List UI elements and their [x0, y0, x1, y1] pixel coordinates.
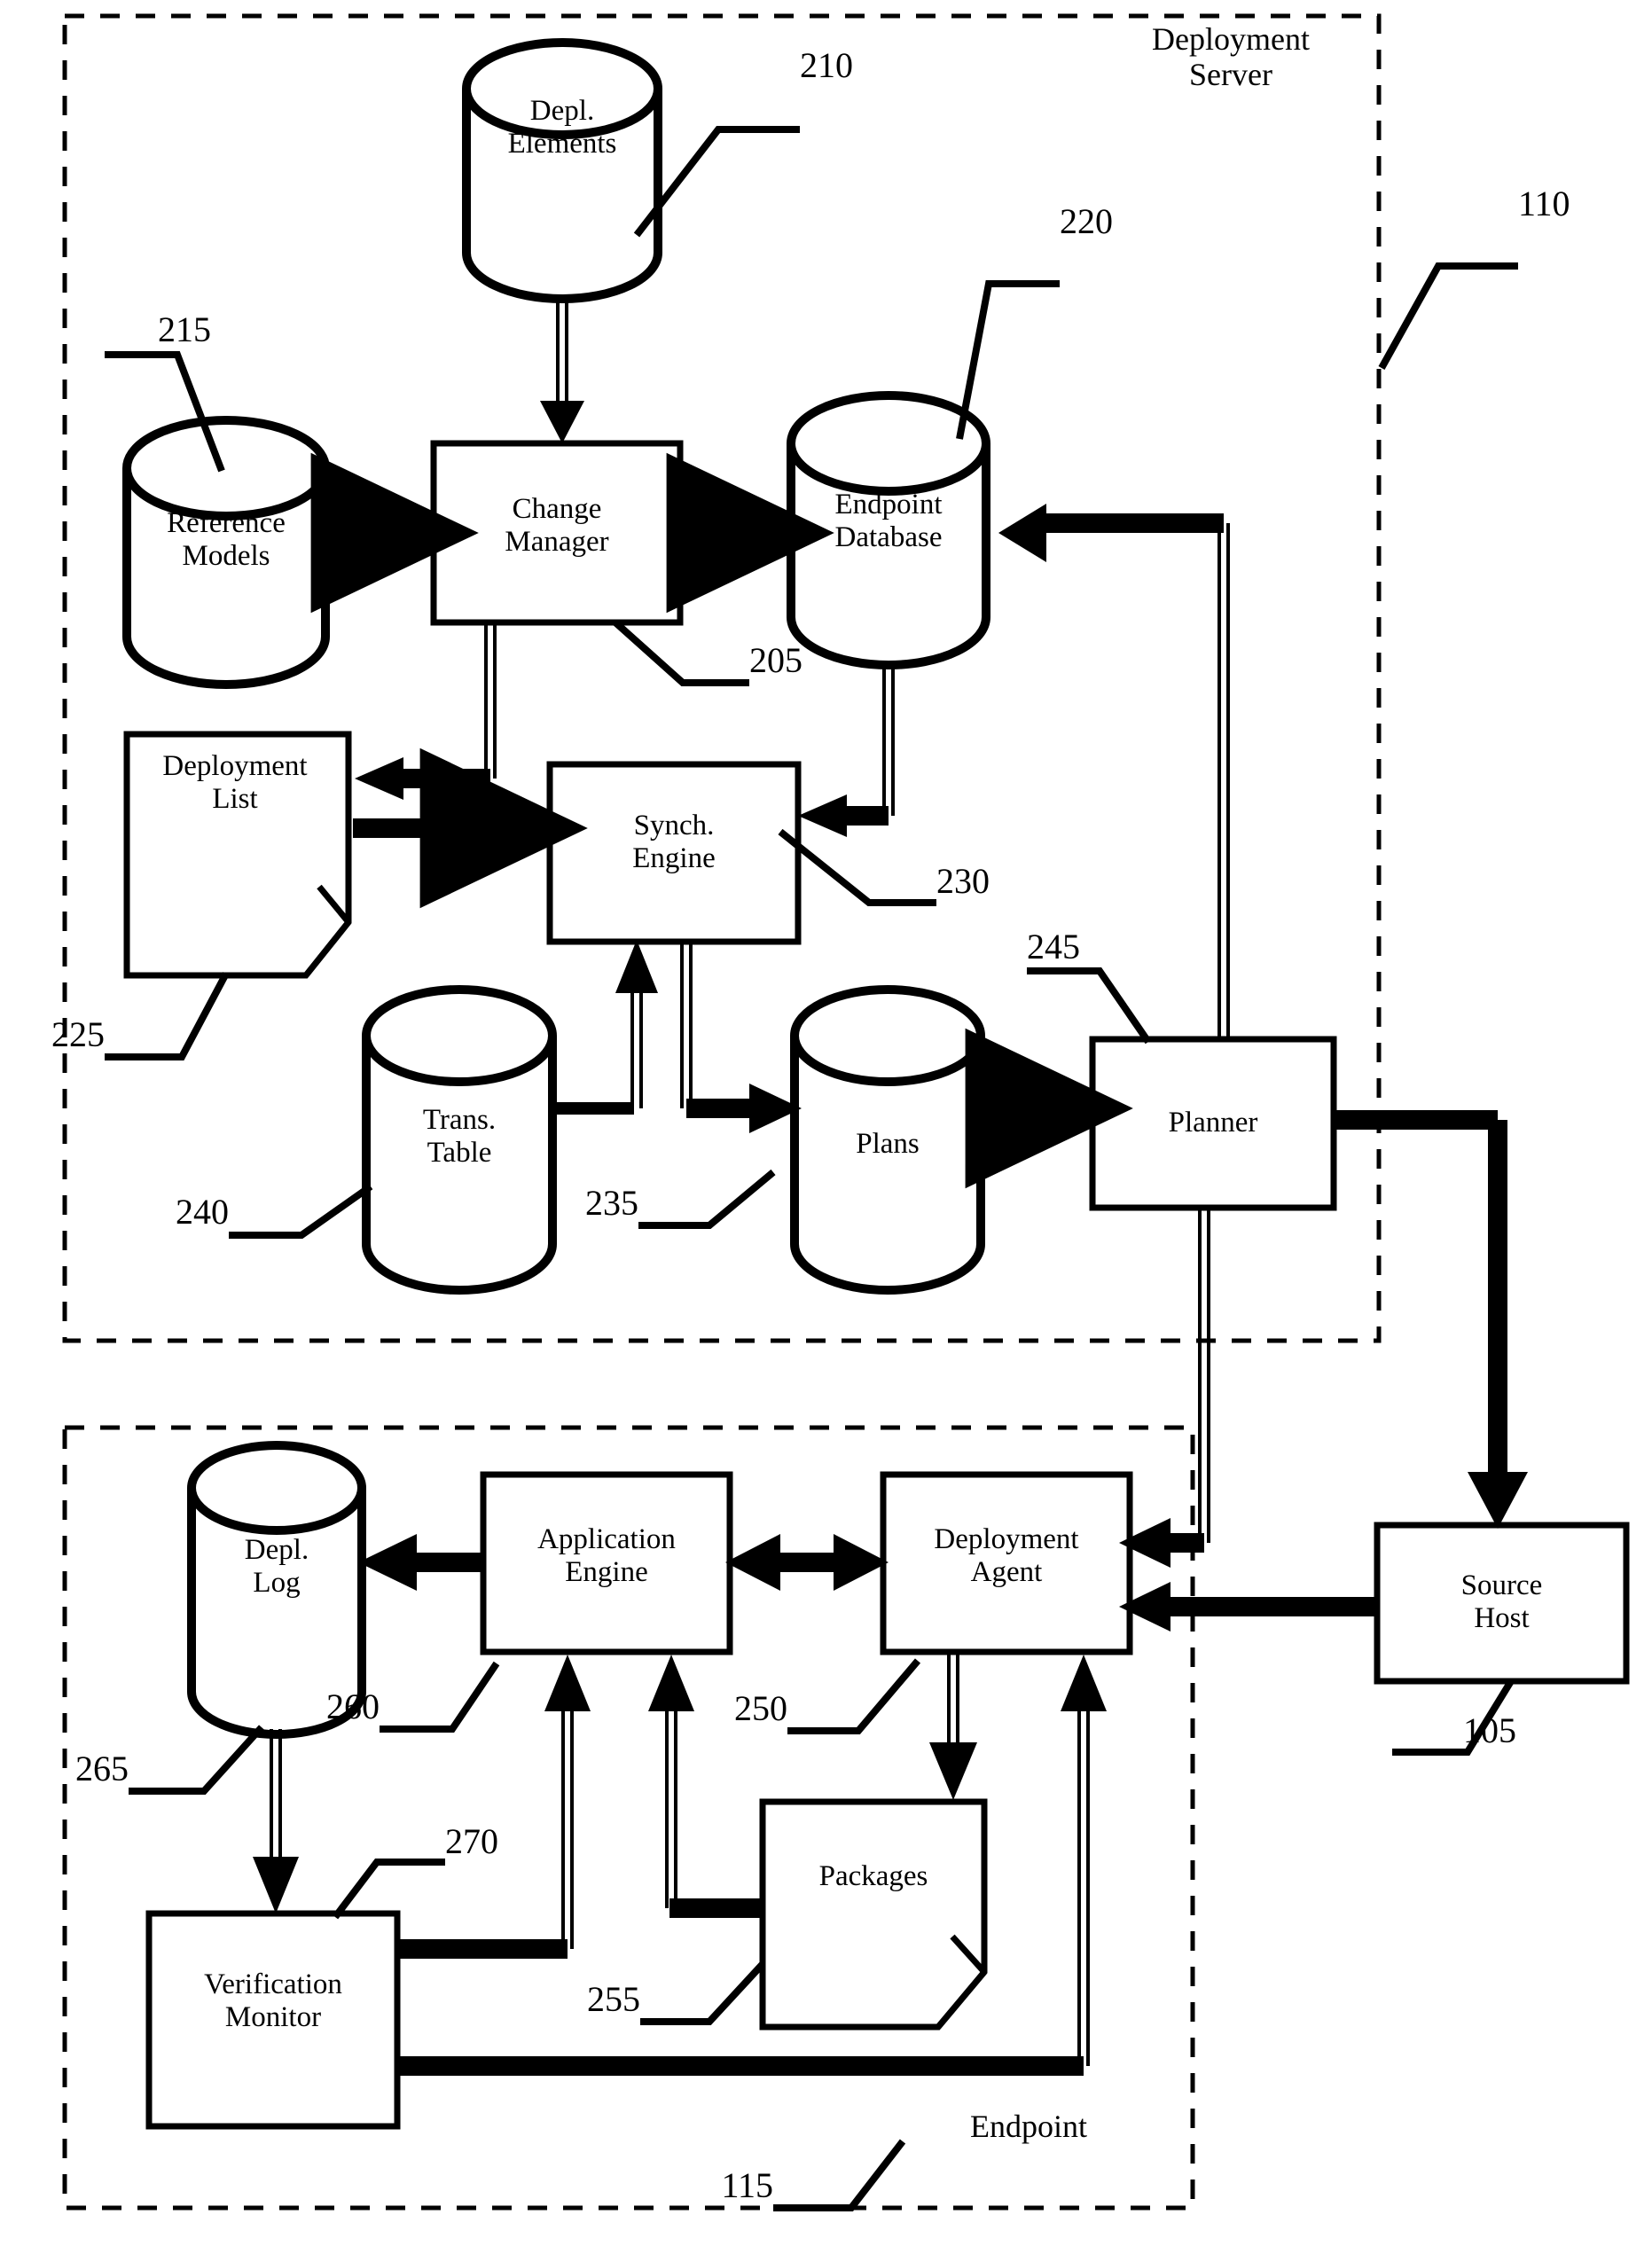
node-shape-packages: [759, 1798, 988, 2031]
node-label-synch-engine: Synch. Engine: [632, 810, 716, 874]
leader-270: [332, 1859, 445, 1920]
diagram-vector-layer: [62, 13, 1630, 2211]
ref-number-240: 240: [176, 1192, 229, 1232]
leader-110: [1378, 262, 1518, 370]
node-label-reference-models: Reference Models: [167, 507, 286, 572]
leader-265: [129, 1725, 264, 1795]
node-label-deployment-list: Deployment List: [162, 750, 308, 815]
ref-number-245: 245: [1027, 927, 1080, 966]
node-label-plans: Plans: [856, 1128, 920, 1160]
zone-label-endpoint: Endpoint: [970, 2109, 1087, 2144]
node-label-depl-elements: Depl. Elements: [507, 95, 617, 160]
connector-change-manager-to-deployment-list: [355, 622, 497, 800]
node-label-deployment-agent: Deployment Agent: [934, 1523, 1079, 1588]
leader-255: [640, 1961, 765, 2025]
node-shape-depl-elements: [462, 38, 662, 303]
connector-deployment-agent-to-packages: [929, 1652, 977, 1800]
leader-245: [1027, 967, 1152, 1045]
node-label-trans-table: Trans. Table: [422, 1104, 497, 1169]
ref-number-220: 220: [1060, 201, 1113, 241]
ref-number-260: 260: [326, 1686, 380, 1726]
connector-planner-to-source-host: [1334, 1110, 1528, 1529]
node-label-endpoint-database: Endpoint Database: [834, 489, 943, 553]
node-label-change-manager: Change Manager: [505, 493, 609, 558]
ref-number-225: 225: [51, 1014, 105, 1054]
node-label-packages: Packages: [818, 1860, 928, 1892]
node-label-planner: Planner: [1168, 1107, 1258, 1139]
leader-235: [638, 1169, 776, 1229]
ref-number-265: 265: [75, 1749, 129, 1788]
connector-depl-log-to-verification-monitor: [253, 1729, 299, 1913]
leader-205: [613, 620, 749, 686]
leader-230: [778, 828, 936, 906]
connector-trans-table-to-synch-engine: [552, 940, 658, 1115]
connector-endpoint-database-to-synch-engine: [798, 663, 895, 837]
node-label-depl-log: Depl. Log: [244, 1534, 309, 1599]
leader-240: [229, 1183, 373, 1239]
leader-115: [773, 2139, 906, 2211]
node-label-application-engine: Application Engine: [537, 1523, 676, 1588]
node-label-source-host: Source Host: [1460, 1569, 1543, 1634]
connector-verification-monitor-to-application-engine: [397, 1655, 591, 1959]
ref-number-210: 210: [800, 45, 853, 85]
zone-label-deployment-server: Deployment Server: [1152, 21, 1310, 93]
leader-250: [787, 1658, 921, 1734]
connector-application-engine-deployment-agent: [725, 1534, 889, 1591]
leader-260: [380, 1661, 500, 1733]
ref-number-110: 110: [1518, 184, 1570, 223]
connector-source-host-to-deployment-agent: [1119, 1582, 1377, 1632]
connector-application-engine-to-depl-log: [358, 1534, 483, 1591]
ref-number-105: 105: [1463, 1710, 1516, 1750]
ref-number-215: 215: [158, 309, 211, 349]
ref-number-115: 115: [721, 2165, 773, 2205]
connector-depl-elements-to-change-manager: [540, 299, 584, 443]
node-label-verification-monitor: Verification Monitor: [204, 1968, 342, 2033]
figure-canvas: Deployment Server Endpoint Depl. Element…: [0, 0, 1652, 2246]
leader-225: [105, 972, 230, 1060]
ref-number-255: 255: [587, 1979, 640, 2019]
connector-synch-engine-to-plans: [680, 942, 802, 1133]
ref-number-270: 270: [445, 1821, 498, 1861]
ref-number-250: 250: [734, 1688, 787, 1728]
ref-number-235: 235: [585, 1183, 638, 1223]
ref-number-205: 205: [749, 640, 803, 680]
ref-number-230: 230: [936, 861, 990, 901]
